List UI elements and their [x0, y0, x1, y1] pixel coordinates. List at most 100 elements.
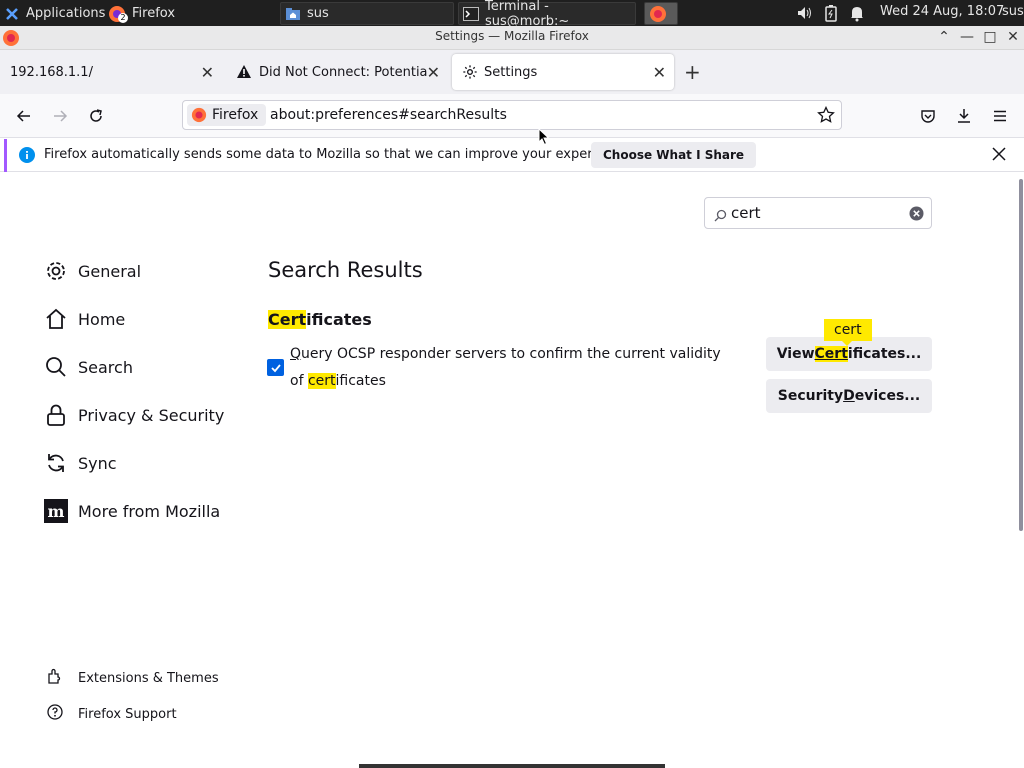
- firefox-icon: [191, 107, 207, 123]
- sidebar-item-sync[interactable]: Sync: [44, 451, 117, 475]
- sidebar-item-home[interactable]: Home: [44, 307, 125, 331]
- taskbar-firefox-label: Firefox: [132, 6, 176, 21]
- choose-what-i-share-label: Choose What I Share: [603, 148, 745, 162]
- sidebar-item-general[interactable]: General: [44, 259, 141, 283]
- sidebar-item-privacy[interactable]: Privacy & Security: [44, 403, 224, 427]
- sidebar-item-label: Sync: [78, 453, 117, 473]
- mouse-cursor-icon: [538, 128, 550, 146]
- window-title: Settings — Mozilla Firefox: [435, 29, 589, 43]
- taskbar-files[interactable]: sus: [280, 2, 454, 25]
- back-arrow-icon: [16, 110, 30, 122]
- info-icon: [19, 147, 35, 167]
- taskbar-terminal-label: Terminal - sus@morb:~: [485, 0, 570, 29]
- gear-icon: [462, 64, 478, 80]
- back-button[interactable]: [12, 104, 36, 128]
- sidebar-footer-label: Extensions & Themes: [78, 670, 219, 686]
- search-highlight: cert: [307, 373, 336, 389]
- forward-arrow-icon: [54, 110, 68, 122]
- search-highlight: Cert: [268, 310, 307, 329]
- lock-icon: [44, 403, 68, 427]
- close-tab-icon[interactable]: ✕: [201, 63, 214, 82]
- home-icon: [44, 307, 68, 331]
- vertical-scrollbar[interactable]: [1019, 179, 1023, 531]
- settings-search-input[interactable]: cert: [704, 197, 932, 229]
- workspace-button[interactable]: [644, 2, 678, 25]
- notification-message: Firefox automatically sends some data to…: [44, 147, 632, 162]
- notification-bell-icon[interactable]: [849, 4, 865, 26]
- window-shade-button[interactable]: ⌃: [935, 29, 953, 45]
- preferences-page: cert General Home Search Privacy & Secur…: [0, 173, 1024, 768]
- bookmark-star-icon[interactable]: [817, 105, 835, 128]
- home-folder-icon: [285, 6, 301, 22]
- clock[interactable]: Wed 24 Aug, 18:07: [880, 4, 1004, 19]
- tab-label: 192.168.1.1/: [10, 64, 93, 80]
- url-text[interactable]: about:preferences#searchResults: [270, 107, 507, 123]
- app-menu-button[interactable]: [988, 104, 1012, 128]
- search-tooltip: cert: [824, 319, 872, 346]
- system-panel: Applications ⋮ 2 Firefox sus Terminal - …: [0, 0, 1024, 29]
- tab-label: Did Not Connect: Potential S: [259, 64, 427, 80]
- tab-settings[interactable]: Settings ✕: [452, 54, 674, 90]
- taskbar-files-label: sus: [307, 6, 329, 21]
- certificates-heading: Certificates: [268, 310, 372, 329]
- url-bar[interactable]: Firefox about:preferences#searchResults: [182, 100, 842, 130]
- reload-icon: [90, 109, 102, 122]
- window-close-button[interactable]: ✕: [1004, 29, 1022, 45]
- sidebar-firefox-support[interactable]: Firefox Support: [46, 703, 177, 725]
- battery-icon[interactable]: [824, 4, 838, 26]
- new-tab-icon[interactable]: +: [684, 60, 701, 84]
- download-icon: [958, 109, 970, 123]
- horizontal-scrollbar[interactable]: [359, 764, 665, 768]
- sidebar-item-label: Privacy & Security: [78, 405, 225, 425]
- page-title: Search Results: [268, 258, 423, 282]
- sidebar-footer-label: Firefox Support: [78, 706, 177, 722]
- ocsp-checkbox-label[interactable]: Query OCSP responder servers to confirm …: [290, 341, 730, 395]
- search-highlight: Cert: [814, 346, 848, 362]
- puzzle-icon: [46, 667, 64, 689]
- close-tab-icon[interactable]: ✕: [653, 63, 666, 82]
- tab-did-not-connect[interactable]: Did Not Connect: Potential S ✕: [226, 54, 448, 90]
- reload-button[interactable]: [84, 104, 108, 128]
- applications-label: Applications: [26, 6, 106, 21]
- forward-button[interactable]: [48, 104, 72, 128]
- window-minimize-button[interactable]: —: [958, 29, 976, 45]
- sidebar-item-more-from-mozilla[interactable]: m More from Mozilla: [44, 499, 220, 523]
- mozilla-icon: m: [44, 499, 68, 523]
- window-titlebar: Settings — Mozilla Firefox ⌃ — □ ✕: [0, 26, 1024, 50]
- search-value: cert: [731, 204, 761, 222]
- choose-what-i-share-button[interactable]: Choose What I Share: [591, 142, 757, 168]
- user-name[interactable]: sus: [1002, 4, 1024, 19]
- sidebar-extensions-themes[interactable]: Extensions & Themes: [46, 667, 219, 689]
- identity-label: Firefox: [212, 107, 259, 123]
- search-icon: [44, 355, 68, 379]
- pocket-button[interactable]: [916, 104, 940, 128]
- window-count-badge: 2: [118, 12, 128, 23]
- xfce-icon: [4, 6, 20, 22]
- identity-box[interactable]: Firefox: [187, 104, 267, 126]
- taskbar-terminal[interactable]: Terminal - sus@morb:~: [458, 0, 636, 29]
- taskbar-firefox[interactable]: 2 Firefox: [104, 2, 274, 25]
- ocsp-checkbox[interactable]: [267, 359, 284, 376]
- warning-icon: [236, 64, 252, 80]
- tab-router[interactable]: 192.168.1.1/ ✕: [0, 54, 222, 90]
- sidebar-item-search[interactable]: Search: [44, 355, 133, 379]
- close-icon[interactable]: [991, 146, 1007, 166]
- sidebar-item-label: Search: [78, 357, 133, 377]
- downloads-button[interactable]: [952, 104, 976, 128]
- help-icon: [46, 703, 64, 725]
- close-tab-icon[interactable]: ✕: [427, 63, 440, 82]
- gear-icon: [44, 259, 68, 283]
- security-devices-button[interactable]: Security Devices...: [766, 379, 932, 413]
- clear-search-icon[interactable]: [909, 206, 924, 225]
- pocket-icon: [921, 110, 935, 123]
- terminal-icon: [463, 6, 479, 22]
- firefox-icon: 2: [108, 5, 128, 23]
- tab-strip: 192.168.1.1/ ✕ Did Not Connect: Potentia…: [0, 50, 1024, 94]
- sync-icon: [44, 451, 68, 475]
- search-icon: [714, 207, 727, 226]
- checkmark-icon: [270, 363, 281, 372]
- window-maximize-button[interactable]: □: [981, 29, 999, 45]
- volume-icon[interactable]: [796, 4, 814, 26]
- tab-label: Settings: [484, 64, 538, 80]
- hamburger-icon: [994, 110, 1006, 122]
